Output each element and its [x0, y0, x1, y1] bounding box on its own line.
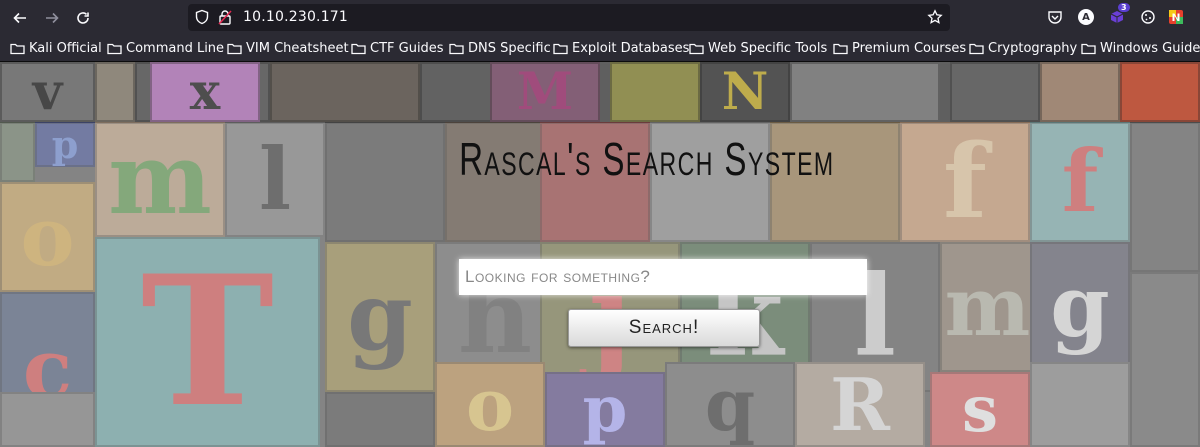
bookmark-star-icon[interactable]	[927, 9, 943, 25]
cookie-icon	[1141, 10, 1155, 24]
bookmark-folder[interactable]: Exploit Databases	[553, 39, 689, 58]
bookmark-folder[interactable]: Kali Official	[10, 39, 102, 58]
folder-icon	[1081, 43, 1096, 55]
page-title: Rascal's Search System	[459, 133, 835, 185]
folder-icon	[227, 43, 242, 55]
search-button[interactable]: Search!	[568, 309, 760, 347]
pocket-button[interactable]	[1046, 8, 1064, 26]
folder-icon	[969, 43, 984, 55]
shield-icon[interactable]	[194, 9, 210, 25]
folder-icon	[10, 43, 25, 55]
bookmark-label: VIM Cheatsheet	[246, 41, 349, 56]
insecure-lock-icon[interactable]	[217, 9, 233, 25]
bookmark-label: Cryptography	[988, 41, 1078, 56]
forward-button[interactable]	[40, 6, 64, 30]
folder-icon	[833, 43, 848, 55]
url-bar[interactable]: 10.10.230.171	[188, 4, 950, 31]
bookmark-label: Premium Courses	[852, 41, 967, 56]
bookmark-label: Exploit Databases	[572, 41, 690, 56]
colorful-n-icon	[1169, 10, 1183, 24]
search-input[interactable]	[459, 259, 867, 295]
bookmarks-bar: Kali Official Command Line VIM Cheatsheet C…	[0, 35, 1200, 62]
folder-icon	[449, 43, 464, 55]
profile-avatar: A	[1078, 9, 1094, 25]
bookmark-label: Kali Official	[29, 41, 102, 56]
bookmark-label: DNS Specific	[468, 41, 551, 56]
bookmark-folder[interactable]: Premium Courses	[833, 39, 966, 58]
bookmark-folder[interactable]: Web Specific Tools	[689, 39, 827, 58]
browser-toolbar: 10.10.230.171 A 3	[0, 0, 1200, 35]
folder-icon	[689, 43, 704, 55]
page-viewport: vxMNpmlffoTcghjklmgopqRs Rascal's Search…	[0, 62, 1200, 447]
bookmark-label: Command Line	[126, 41, 225, 56]
reload-icon	[77, 12, 89, 24]
arrow-right-icon	[46, 12, 59, 24]
folder-icon	[351, 43, 366, 55]
cookie-extension-button[interactable]	[1139, 8, 1157, 26]
url-text[interactable]: 10.10.230.171	[243, 9, 348, 25]
arrow-left-icon	[13, 12, 26, 24]
bookmark-folder[interactable]: DNS Specific	[449, 39, 551, 58]
background-shade-top	[0, 62, 1200, 123]
bookmark-label: CTF Guides	[370, 41, 444, 56]
pocket-icon	[1048, 11, 1062, 24]
account-button[interactable]: A	[1077, 8, 1095, 26]
bookmark-label: Web Specific Tools	[708, 41, 828, 56]
back-button[interactable]	[8, 6, 32, 30]
bookmark-folder[interactable]: Command Line	[107, 39, 224, 58]
bookmark-folder[interactable]: VIM Cheatsheet	[227, 39, 349, 58]
bookmark-folder[interactable]: CTF Guides	[351, 39, 444, 58]
bookmark-folder[interactable]: Windows Guide	[1081, 39, 1200, 58]
extension-button[interactable]: 3	[1108, 3, 1130, 26]
colorful-extension-button[interactable]	[1167, 8, 1185, 26]
bookmark-label: Windows Guide	[1100, 41, 1200, 56]
folder-icon	[553, 43, 568, 55]
bookmark-folder[interactable]: Cryptography	[969, 39, 1077, 58]
profile-initial: A	[1082, 11, 1090, 23]
reload-button[interactable]	[71, 6, 95, 30]
folder-icon	[107, 43, 122, 55]
extension-badge: 3	[1118, 3, 1130, 12]
